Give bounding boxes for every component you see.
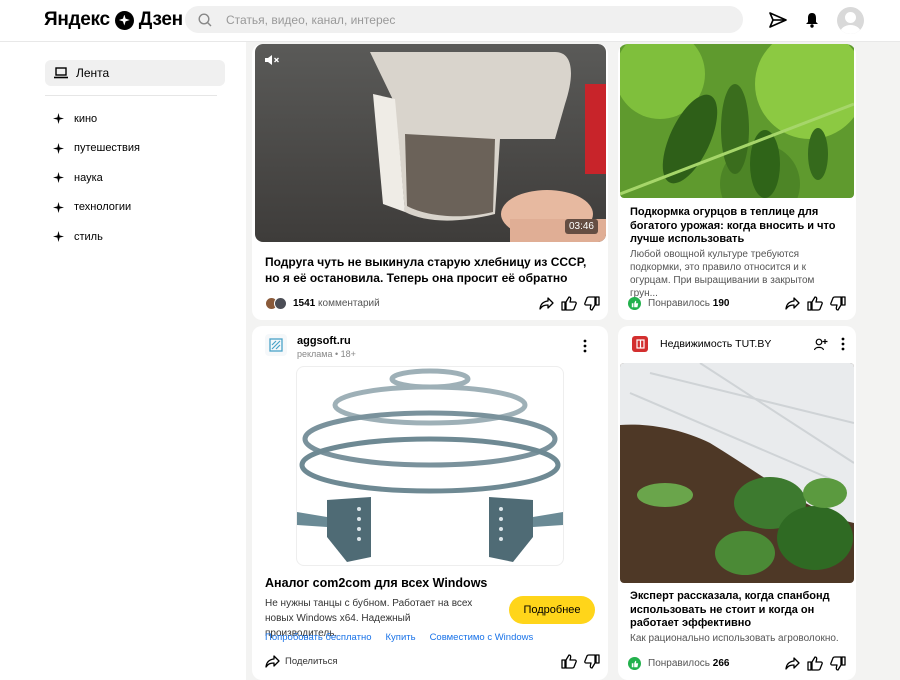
ad-links: Попробовать бесплатно Купить Совместимо … bbox=[265, 632, 533, 643]
commenter-avatar bbox=[274, 296, 287, 310]
article-card[interactable]: Подкормка огурцов в теплице для богатого… bbox=[618, 44, 856, 320]
sparkle-icon bbox=[53, 172, 64, 184]
zen-logo-icon bbox=[114, 10, 134, 30]
comments-count[interactable]: 1541 комментарий bbox=[293, 298, 380, 309]
sidebar-item-label: стиль bbox=[74, 230, 103, 243]
article-card[interactable]: Недвижимость TUT.BY Эксперт рассказала, … bbox=[618, 326, 856, 680]
divider bbox=[45, 95, 217, 96]
laptop-icon bbox=[54, 67, 68, 79]
likes-count: Понравилось 266 bbox=[648, 658, 730, 669]
tutby-logo-icon bbox=[632, 336, 648, 352]
sparkle-icon bbox=[53, 142, 64, 154]
ad-link-try-free[interactable]: Попробовать бесплатно bbox=[265, 632, 372, 643]
like-icon[interactable] bbox=[807, 656, 823, 671]
share-icon[interactable] bbox=[785, 657, 800, 670]
sparkle-icon bbox=[53, 231, 64, 243]
card-footer: Понравилось 190 bbox=[628, 296, 846, 311]
aggsoft-logo-icon bbox=[265, 334, 287, 356]
subscribe-icon[interactable] bbox=[814, 338, 828, 351]
sidebar-item-label: технологии bbox=[74, 201, 132, 214]
dislike-icon[interactable] bbox=[584, 295, 600, 311]
ad-link-compatible[interactable]: Совместимо с Windows bbox=[430, 632, 534, 643]
share-label: Поделиться bbox=[285, 656, 338, 667]
share-icon bbox=[265, 655, 280, 668]
more-icon[interactable] bbox=[582, 339, 588, 353]
search-bar[interactable] bbox=[185, 6, 743, 33]
like-icon[interactable] bbox=[561, 654, 577, 669]
article-title[interactable]: Подкормка огурцов в теплице для богатого… bbox=[630, 206, 842, 247]
search-input[interactable] bbox=[226, 12, 706, 27]
sidebar-item-topic[interactable]: путешествия bbox=[53, 134, 140, 164]
ad-card[interactable]: aggsoft.ru реклама • 18+ Аналог com2com … bbox=[252, 326, 608, 680]
video-thumbnail[interactable]: 03:46 bbox=[255, 44, 606, 242]
likes-count: Понравилось 190 bbox=[648, 298, 730, 309]
article-description: Любой овощной культуре требуются подкорм… bbox=[630, 249, 815, 299]
bell-icon[interactable] bbox=[799, 6, 825, 34]
sidebar-item-label: Лента bbox=[76, 66, 110, 80]
sidebar-item-topic[interactable]: стиль bbox=[53, 222, 140, 252]
share-button[interactable]: Поделиться bbox=[265, 655, 337, 668]
video-card[interactable]: 03:46 Подруга чуть не выкинула старую хл… bbox=[252, 44, 608, 320]
top-bar: Яндекс Дзен bbox=[0, 0, 900, 42]
sidebar-item-topic[interactable]: кино bbox=[53, 104, 140, 134]
more-icon[interactable] bbox=[840, 337, 846, 351]
sidebar-item-feed[interactable]: Лента bbox=[45, 60, 225, 86]
user-avatar[interactable] bbox=[837, 6, 864, 34]
article-image[interactable] bbox=[620, 44, 854, 198]
ad-header: aggsoft.ru реклама • 18+ bbox=[265, 334, 356, 359]
share-icon[interactable] bbox=[785, 297, 800, 310]
like-badge-icon bbox=[628, 297, 641, 310]
search-icon bbox=[198, 12, 212, 26]
card-footer: Поделиться bbox=[265, 654, 600, 669]
like-icon[interactable] bbox=[561, 295, 577, 311]
dislike-icon[interactable] bbox=[830, 296, 846, 311]
send-icon[interactable] bbox=[765, 6, 791, 34]
article-description: Как рационально использовать агроволокно… bbox=[630, 633, 839, 644]
channel-header: Недвижимость TUT.BY bbox=[632, 336, 846, 352]
ad-image[interactable] bbox=[296, 366, 564, 566]
video-title[interactable]: Подруга чуть не выкинула старую хлебницу… bbox=[265, 254, 595, 286]
video-duration: 03:46 bbox=[564, 219, 598, 234]
ad-label: реклама • 18+ bbox=[297, 349, 356, 359]
details-button[interactable]: Подробнее bbox=[509, 596, 595, 624]
sidebar: Лента кино путешествия наука технологии … bbox=[0, 42, 246, 680]
ad-title[interactable]: Аналог com2com для всех Windows bbox=[265, 576, 487, 590]
logo-text-zen: Дзен bbox=[138, 9, 183, 30]
like-badge-icon bbox=[628, 657, 641, 670]
sidebar-item-topic[interactable]: технологии bbox=[53, 193, 140, 223]
logo-text-yandex: Яндекс bbox=[44, 9, 110, 30]
sidebar-item-label: наука bbox=[74, 171, 103, 184]
like-icon[interactable] bbox=[807, 296, 823, 311]
article-image[interactable] bbox=[620, 363, 854, 583]
sidebar-item-label: путешествия bbox=[74, 142, 140, 155]
channel-name[interactable]: Недвижимость TUT.BY bbox=[660, 338, 771, 350]
card-footer: 1541 комментарий bbox=[265, 292, 600, 314]
mute-icon[interactable] bbox=[264, 54, 280, 66]
topics-list: кино путешествия наука технологии стиль bbox=[53, 104, 140, 252]
logo[interactable]: Яндекс Дзен bbox=[44, 9, 183, 31]
sidebar-item-topic[interactable]: наука bbox=[53, 163, 140, 193]
ad-source[interactable]: aggsoft.ru bbox=[297, 335, 356, 347]
article-title[interactable]: Эксперт рассказала, когда спанбонд испол… bbox=[630, 590, 844, 631]
dislike-icon[interactable] bbox=[830, 656, 846, 671]
ad-link-buy[interactable]: Купить bbox=[386, 632, 416, 643]
dislike-icon[interactable] bbox=[584, 654, 600, 669]
sparkle-icon bbox=[53, 113, 64, 125]
share-icon[interactable] bbox=[539, 296, 554, 310]
sidebar-item-label: кино bbox=[74, 112, 98, 125]
card-footer: Понравилось 266 bbox=[628, 656, 846, 671]
sparkle-icon bbox=[53, 201, 64, 213]
